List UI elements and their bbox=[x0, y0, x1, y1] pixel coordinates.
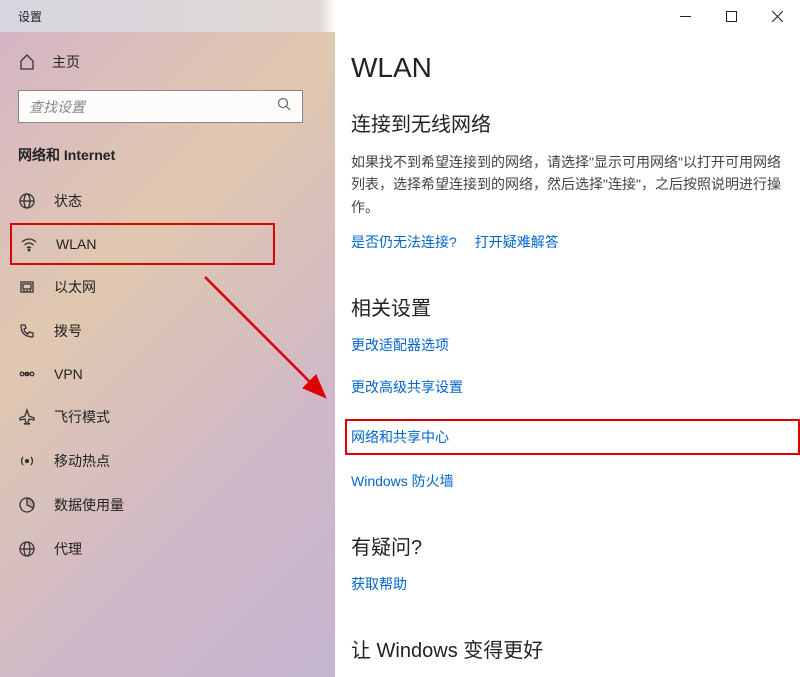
search-box[interactable] bbox=[18, 90, 303, 123]
sidebar-item-wlan[interactable]: WLAN bbox=[10, 223, 275, 265]
questions-title: 有疑问? bbox=[351, 531, 800, 560]
close-button[interactable] bbox=[754, 0, 800, 32]
related-title: 相关设置 bbox=[351, 292, 800, 321]
sidebar-item-data[interactable]: 数据使用量 bbox=[0, 483, 335, 527]
page-title: WLAN bbox=[351, 52, 800, 84]
nav-label: 代理 bbox=[54, 539, 82, 559]
adapter-options-link[interactable]: 更改适配器选项 bbox=[351, 335, 800, 355]
home-icon bbox=[18, 53, 36, 71]
sidebar-item-dial[interactable]: 拨号 bbox=[0, 309, 335, 353]
data-icon bbox=[18, 496, 36, 514]
vpn-icon bbox=[18, 365, 36, 383]
nav-label: 数据使用量 bbox=[54, 495, 124, 515]
home-nav[interactable]: 主页 bbox=[0, 40, 335, 84]
cannot-connect-link[interactable]: 是否仍无法连接? bbox=[351, 232, 457, 252]
search-row bbox=[0, 84, 335, 137]
connect-links: 是否仍无法连接? 打开疑难解答 bbox=[351, 232, 800, 252]
sharing-settings-link[interactable]: 更改高级共享设置 bbox=[351, 377, 800, 397]
titlebar: 设置 bbox=[0, 0, 800, 32]
ethernet-icon bbox=[18, 278, 36, 296]
airplane-icon bbox=[18, 408, 36, 426]
get-help-link[interactable]: 获取帮助 bbox=[351, 574, 800, 594]
firewall-link[interactable]: Windows 防火墙 bbox=[351, 471, 800, 491]
phone-icon bbox=[18, 322, 36, 340]
wifi-icon bbox=[20, 235, 38, 253]
troubleshoot-link[interactable]: 打开疑难解答 bbox=[475, 232, 559, 252]
content-area: WLAN 连接到无线网络 如果找不到希望连接到的网络，请选择"显示可用网络"以打… bbox=[335, 32, 800, 677]
nav-label: 拨号 bbox=[54, 321, 82, 341]
globe-icon bbox=[18, 192, 36, 210]
hotspot-icon bbox=[18, 452, 36, 470]
search-input[interactable] bbox=[29, 99, 277, 115]
connect-text: 如果找不到希望连接到的网络，请选择"显示可用网络"以打开可用网络列表，选择希望连… bbox=[351, 151, 791, 218]
nav-label: WLAN bbox=[56, 236, 96, 252]
minimize-button[interactable] bbox=[662, 0, 708, 32]
improve-title: 让 Windows 变得更好 bbox=[351, 634, 800, 663]
proxy-icon bbox=[18, 540, 36, 558]
maximize-button[interactable] bbox=[708, 0, 754, 32]
window-controls bbox=[662, 0, 800, 32]
connect-title: 连接到无线网络 bbox=[351, 108, 800, 137]
sidebar-item-status[interactable]: 状态 bbox=[0, 179, 335, 223]
sidebar: 主页 网络和 Internet 状态 WLAN 以太网 拨号 VPN 飞行模式 bbox=[0, 32, 335, 677]
sidebar-item-airplane[interactable]: 飞行模式 bbox=[0, 395, 335, 439]
window-title: 设置 bbox=[18, 8, 42, 25]
home-label: 主页 bbox=[52, 52, 80, 72]
nav-label: VPN bbox=[54, 366, 83, 382]
sidebar-section-header: 网络和 Internet bbox=[0, 137, 335, 179]
network-sharing-center-link[interactable]: 网络和共享中心 bbox=[345, 419, 800, 455]
nav-label: 以太网 bbox=[54, 277, 96, 297]
sidebar-item-ethernet[interactable]: 以太网 bbox=[0, 265, 335, 309]
search-icon bbox=[277, 97, 292, 117]
sidebar-item-hotspot[interactable]: 移动热点 bbox=[0, 439, 335, 483]
nav-label: 飞行模式 bbox=[54, 407, 110, 427]
sidebar-item-proxy[interactable]: 代理 bbox=[0, 527, 335, 571]
nav-label: 状态 bbox=[54, 191, 82, 211]
sidebar-item-vpn[interactable]: VPN bbox=[0, 353, 335, 395]
nav-label: 移动热点 bbox=[54, 451, 110, 471]
